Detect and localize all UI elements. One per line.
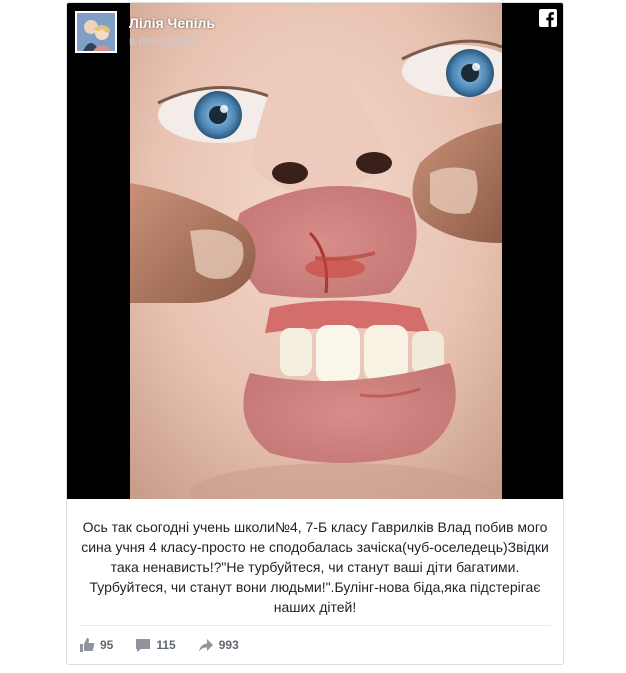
facebook-post-embed: Лілія Чепіль в понеділник Ось так сьогод… bbox=[66, 2, 564, 665]
share-arrow-icon bbox=[198, 637, 214, 653]
post-photo[interactable] bbox=[130, 3, 502, 499]
comment-button[interactable]: 115 bbox=[135, 637, 176, 653]
comment-bubble-icon bbox=[135, 637, 151, 653]
reaction-bar: 95 115 993 bbox=[79, 635, 261, 655]
comment-count: 115 bbox=[156, 638, 176, 652]
share-button[interactable]: 993 bbox=[198, 637, 239, 653]
photo-child-injured-lip bbox=[130, 3, 502, 499]
post-header: Лілія Чепіль в понеділник bbox=[75, 11, 555, 55]
avatar-image bbox=[77, 13, 115, 51]
facebook-icon[interactable] bbox=[539, 9, 557, 27]
share-count: 993 bbox=[218, 638, 239, 652]
like-count: 95 bbox=[100, 638, 114, 652]
post-caption: Ось так сьогодні учень школи№4, 7-Б клас… bbox=[81, 519, 549, 615]
like-button[interactable]: 95 bbox=[79, 637, 113, 653]
divider bbox=[79, 625, 551, 626]
post-timestamp[interactable]: в понеділник bbox=[129, 34, 200, 48]
author-name[interactable]: Лілія Чепіль bbox=[129, 15, 215, 31]
post-media[interactable]: Лілія Чепіль в понеділник bbox=[67, 3, 563, 499]
author-avatar[interactable] bbox=[75, 11, 117, 53]
thumbs-up-icon bbox=[79, 637, 95, 653]
